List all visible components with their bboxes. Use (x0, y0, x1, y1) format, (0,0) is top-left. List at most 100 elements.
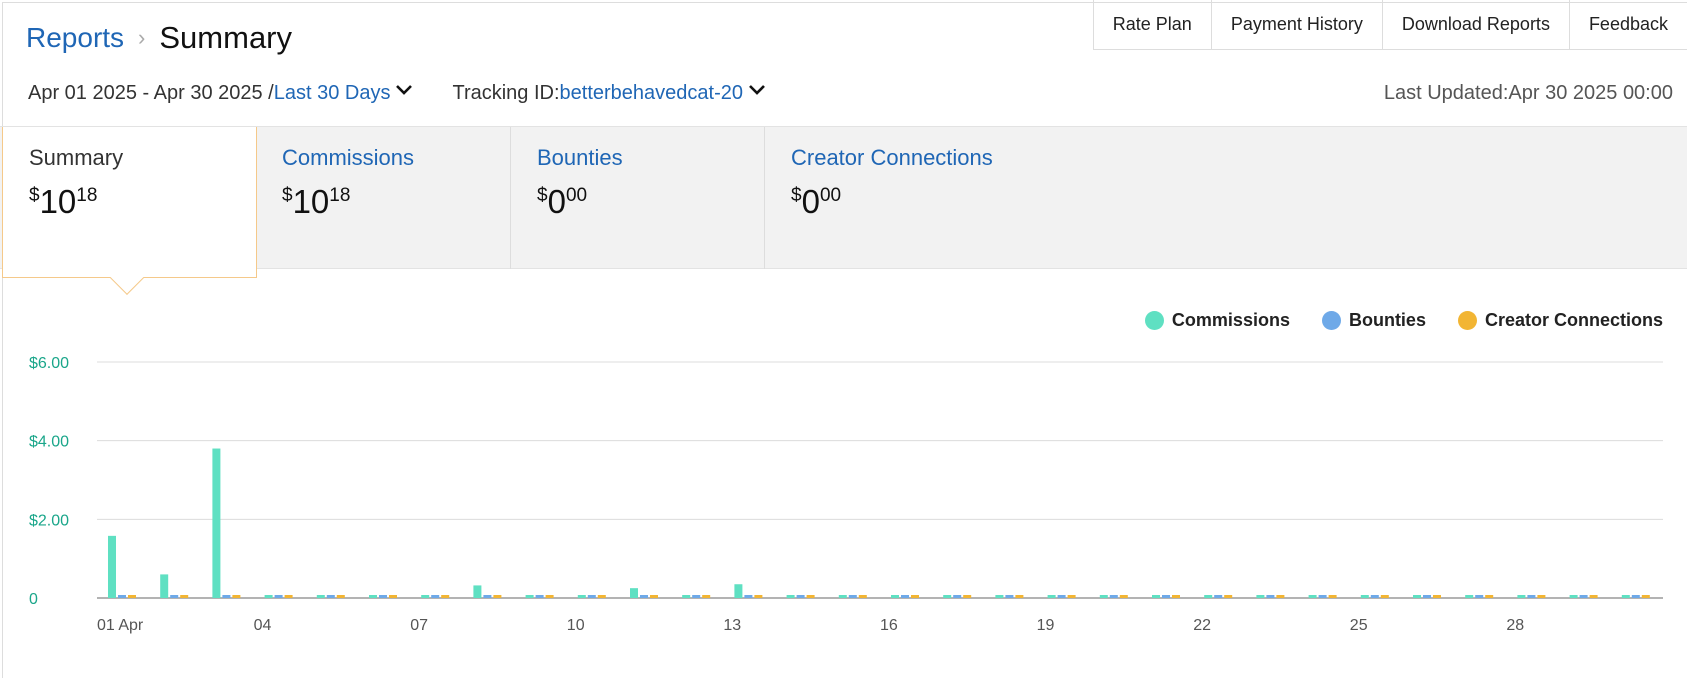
bar-bounties (1370, 595, 1379, 598)
tile-creator-connections[interactable]: Creator Connections $000 (764, 127, 1164, 269)
bar-creator-connections (1224, 595, 1233, 598)
rate-plan-link[interactable]: Rate Plan (1092, 0, 1211, 49)
bar-creator-connections (650, 595, 658, 598)
bar-creator-connections (1119, 595, 1128, 598)
tile-label[interactable]: Commissions (282, 145, 485, 171)
bar-creator-connections (284, 595, 293, 598)
x-tick-label: 25 (1350, 617, 1368, 634)
tile-label[interactable]: Creator Connections (791, 145, 1138, 171)
bar-creator-connections (1276, 595, 1285, 598)
date-range-dropdown[interactable]: Last 30 Days (274, 82, 391, 105)
bar-creator-connections (597, 595, 606, 598)
x-tick-label: 01 Apr (97, 617, 144, 634)
tile-label[interactable]: Bounties (537, 145, 739, 171)
breadcrumb-separator-icon: › (138, 25, 146, 50)
feedback-link[interactable]: Feedback (1568, 0, 1687, 49)
tile-summary[interactable]: Summary $1018 (2, 127, 257, 278)
breadcrumb-reports-link[interactable]: Reports (26, 22, 124, 54)
download-reports-link[interactable]: Download Reports (1381, 0, 1569, 49)
bar-bounties (1318, 595, 1327, 598)
bar-creator-connections (1172, 595, 1180, 598)
bar-creator-connections (1589, 595, 1598, 598)
date-range-text: Apr 01 2025 - Apr 30 2025 / (28, 82, 274, 104)
bar-creator-connections (1485, 595, 1494, 598)
payment-history-link[interactable]: Payment History (1210, 0, 1382, 49)
tile-amount: $1018 (282, 183, 351, 220)
bar-bounties (1109, 595, 1118, 598)
legend-label: Commissions (1171, 310, 1290, 330)
bar-bounties (118, 595, 126, 598)
bar-commissions (1465, 595, 1474, 598)
earnings-bar-chart: 0 $2.00 $4.00 $6.00 01 Apr 04 07 10 13 16 19 22 25 28 (29, 355, 1663, 634)
bar-bounties (1423, 595, 1431, 598)
bar-commissions (1517, 595, 1526, 598)
tile-bounties[interactable]: Bounties $000 (510, 127, 765, 269)
x-tick-label: 22 (1193, 617, 1211, 634)
bar-bounties (1005, 595, 1014, 598)
bar-commissions (682, 595, 691, 598)
bar-bounties (1266, 595, 1275, 598)
x-tick-label: 04 (254, 617, 272, 634)
bar-bounties (640, 595, 648, 598)
bar-creator-connections (1537, 595, 1546, 598)
bar-bounties (326, 595, 335, 598)
bar-bounties (848, 595, 857, 598)
bar-creator-connections (754, 595, 763, 598)
bar-creator-connections (1067, 595, 1076, 598)
bar-commissions (525, 595, 534, 598)
chart-legend: Commissions Bounties Creator Connections (1144, 310, 1663, 331)
bar-commissions (1413, 595, 1421, 598)
bar-creator-connections (1328, 595, 1337, 598)
bar-bounties (170, 595, 179, 598)
tile-label: Summary (29, 145, 124, 170)
bar-bounties (953, 595, 962, 598)
breadcrumb: Reports › Summary (26, 20, 292, 56)
bar-bounties (1631, 595, 1640, 598)
x-tick-label: 16 (880, 617, 898, 634)
bar-bounties (274, 595, 283, 598)
bar-bounties (1527, 595, 1536, 598)
y-tick-label: 0 (29, 591, 38, 608)
bar-commissions (630, 588, 638, 598)
last-updated-text: Last Updated:Apr 30 2025 00:00 (1383, 82, 1673, 104)
bar-creator-connections (858, 595, 867, 598)
chevron-down-icon[interactable] (396, 84, 413, 98)
x-tick-label: 13 (723, 617, 741, 634)
legend-label: Creator Connections (1484, 310, 1663, 330)
bar-bounties (222, 595, 231, 598)
bar-commissions (1204, 595, 1213, 598)
bar-creator-connections (232, 595, 241, 598)
bar-commissions (369, 595, 377, 598)
bar-commissions (473, 585, 482, 598)
bar-bounties (692, 595, 701, 598)
bar-creator-connections (1433, 595, 1441, 598)
tile-amount: $1018 (29, 183, 98, 220)
tile-commissions[interactable]: Commissions $1018 (256, 127, 511, 269)
tile-amount: $000 (537, 183, 588, 220)
bar-commissions (943, 595, 952, 598)
legend-item-bounties[interactable]: Bounties (1321, 310, 1426, 331)
y-tick-label: $4.00 (29, 434, 69, 451)
bar-creator-connections (493, 595, 502, 598)
tracking-id-dropdown[interactable]: betterbehavedcat-20 (560, 82, 743, 105)
bar-commissions (160, 574, 169, 598)
bar-bounties (483, 595, 492, 598)
summary-tiles: Summary $1018 Commissions $1018 Bounties… (0, 126, 1687, 278)
tracking-id-selector[interactable]: Tracking ID: betterbehavedcat-20 (452, 82, 767, 105)
bar-creator-connections (128, 595, 136, 598)
bar-creator-connections (1641, 595, 1650, 598)
tile-amount: $000 (791, 183, 842, 220)
page-title: Summary (159, 20, 293, 55)
x-tick-label: 28 (1506, 617, 1524, 634)
bar-bounties (535, 595, 544, 598)
bar-creator-connections (806, 595, 815, 598)
legend-item-commissions[interactable]: Commissions (1144, 310, 1290, 331)
bar-bounties (796, 595, 805, 598)
bar-bounties (901, 595, 909, 598)
bar-commissions (995, 595, 1004, 598)
bar-bounties (1057, 595, 1066, 598)
legend-item-creator-connections[interactable]: Creator Connections (1457, 310, 1663, 331)
chevron-down-icon[interactable] (749, 84, 765, 98)
bar-commissions (264, 595, 273, 598)
bar-creator-connections (963, 595, 972, 598)
